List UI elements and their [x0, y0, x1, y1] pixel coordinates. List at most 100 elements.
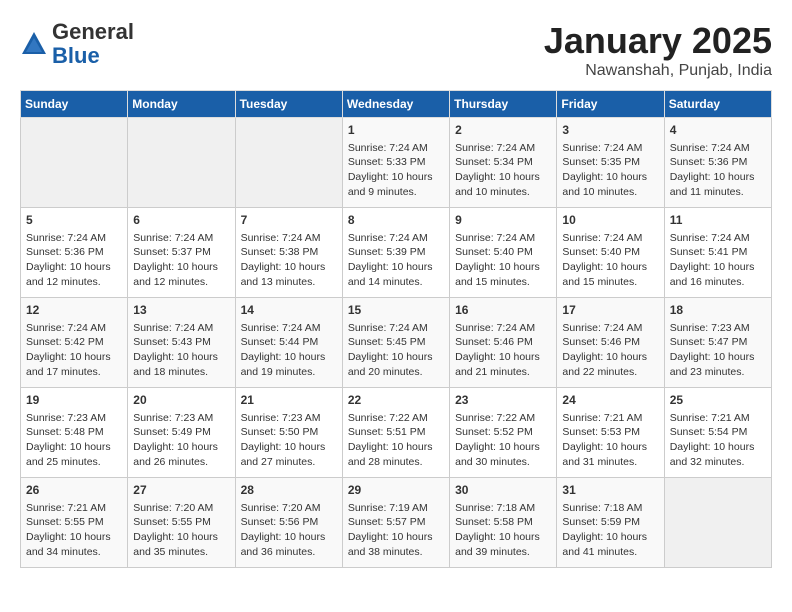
calendar-cell	[128, 118, 235, 208]
day-info: Sunset: 5:51 PM	[348, 425, 444, 440]
day-info: and 16 minutes.	[670, 275, 766, 290]
calendar-cell: 2 Sunrise: 7:24 AMSunset: 5:34 PMDaylight…	[450, 118, 557, 208]
calendar-cell: 1Sunrise: 7:24 AMSunset: 5:33 PMDaylight…	[342, 118, 449, 208]
day-info: Sunset: 5:52 PM	[455, 425, 551, 440]
day-info: Sunrise: 7:24 AM	[562, 321, 658, 336]
calendar-cell: 25Sunrise: 7:21 AMSunset: 5:54 PMDayligh…	[664, 388, 771, 478]
day-info: and 31 minutes.	[562, 455, 658, 470]
day-number: 20	[133, 392, 229, 409]
day-info: Sunrise: 7:24 AM	[348, 321, 444, 336]
day-number: 31	[562, 482, 658, 499]
day-info: Sunrise: 7:23 AM	[133, 411, 229, 426]
day-number: 2	[455, 122, 551, 139]
day-info: and 20 minutes.	[348, 365, 444, 380]
day-number: 3	[562, 122, 658, 139]
day-info: Sunrise: 7:23 AM	[26, 411, 122, 426]
day-info: Sunrise: 7:24 AM	[241, 321, 337, 336]
calendar-cell: 20Sunrise: 7:23 AMSunset: 5:49 PMDayligh…	[128, 388, 235, 478]
day-info: Sunrise: 7:21 AM	[562, 411, 658, 426]
day-number: 12	[26, 302, 122, 319]
day-info: Daylight: 10 hours	[133, 440, 229, 455]
day-info: Daylight: 10 hours	[455, 170, 551, 185]
calendar-table: SundayMondayTuesdayWednesdayThursdayFrid…	[20, 90, 772, 568]
day-info: and 35 minutes.	[133, 545, 229, 560]
day-number: 28	[241, 482, 337, 499]
header-day: Wednesday	[342, 91, 449, 118]
day-info: Sunrise: 7:24 AM	[455, 321, 551, 336]
calendar-week: 5Sunrise: 7:24 AMSunset: 5:36 PMDaylight…	[21, 208, 772, 298]
day-info: Daylight: 10 hours	[26, 350, 122, 365]
day-info: Daylight: 10 hours	[133, 260, 229, 275]
day-info: Sunrise: 7:24 AM	[562, 231, 658, 246]
day-info: Daylight: 10 hours	[26, 260, 122, 275]
day-info: and 25 minutes.	[26, 455, 122, 470]
day-number: 19	[26, 392, 122, 409]
day-info: and 12 minutes.	[26, 275, 122, 290]
day-info: Sunrise: 7:24 AM	[670, 141, 766, 156]
day-info: and 13 minutes.	[241, 275, 337, 290]
calendar-cell	[21, 118, 128, 208]
day-info: Sunset: 5:34 PM	[455, 155, 551, 170]
day-info: and 18 minutes.	[133, 365, 229, 380]
day-info: Sunrise: 7:23 AM	[670, 321, 766, 336]
day-info: Daylight: 10 hours	[241, 530, 337, 545]
day-info: and 38 minutes.	[348, 545, 444, 560]
day-number: 26	[26, 482, 122, 499]
calendar-cell: 13Sunrise: 7:24 AMSunset: 5:43 PMDayligh…	[128, 298, 235, 388]
calendar-cell: 16Sunrise: 7:24 AMSunset: 5:46 PMDayligh…	[450, 298, 557, 388]
day-info: Sunset: 5:40 PM	[455, 245, 551, 260]
day-info: and 39 minutes.	[455, 545, 551, 560]
day-info: and 19 minutes.	[241, 365, 337, 380]
day-number: 9	[455, 212, 551, 229]
header-day: Saturday	[664, 91, 771, 118]
day-info: and 30 minutes.	[455, 455, 551, 470]
day-info: Sunrise: 7:19 AM	[348, 501, 444, 516]
day-info: Sunset: 5:53 PM	[562, 425, 658, 440]
day-info: Sunrise: 7:24 AM	[26, 321, 122, 336]
calendar-subtitle: Nawanshah, Punjab, India	[544, 62, 772, 80]
day-info: Sunrise: 7:24 AM	[241, 231, 337, 246]
day-info: Daylight: 10 hours	[348, 530, 444, 545]
day-info: Sunrise: 7:24 AM	[670, 231, 766, 246]
day-info: and 41 minutes.	[562, 545, 658, 560]
day-info: Sunset: 5:36 PM	[670, 155, 766, 170]
day-number: 30	[455, 482, 551, 499]
day-info: Sunrise: 7:20 AM	[133, 501, 229, 516]
day-info: and 21 minutes.	[455, 365, 551, 380]
day-info: Sunrise: 7:24 AM	[348, 141, 444, 156]
day-info: and 15 minutes.	[455, 275, 551, 290]
calendar-cell: 22Sunrise: 7:22 AMSunset: 5:51 PMDayligh…	[342, 388, 449, 478]
day-info: Sunset: 5:43 PM	[133, 335, 229, 350]
day-info: Daylight: 10 hours	[455, 260, 551, 275]
calendar-cell: 15Sunrise: 7:24 AMSunset: 5:45 PMDayligh…	[342, 298, 449, 388]
day-number: 29	[348, 482, 444, 499]
day-number: 27	[133, 482, 229, 499]
day-info: Sunrise: 7:23 AM	[241, 411, 337, 426]
day-number: 22	[348, 392, 444, 409]
calendar-week: 1Sunrise: 7:24 AMSunset: 5:33 PMDaylight…	[21, 118, 772, 208]
calendar-cell: 5Sunrise: 7:24 AMSunset: 5:36 PMDaylight…	[21, 208, 128, 298]
day-info: Sunrise: 7:24 AM	[455, 141, 551, 156]
calendar-cell: 4Sunrise: 7:24 AMSunset: 5:36 PMDaylight…	[664, 118, 771, 208]
day-info: Daylight: 10 hours	[348, 260, 444, 275]
day-info: Sunset: 5:44 PM	[241, 335, 337, 350]
day-info: and 9 minutes.	[348, 185, 444, 200]
day-info: Sunrise: 7:24 AM	[133, 231, 229, 246]
day-info: Sunset: 5:47 PM	[670, 335, 766, 350]
day-info: Sunset: 5:59 PM	[562, 515, 658, 530]
header-day: Thursday	[450, 91, 557, 118]
day-info: Sunrise: 7:20 AM	[241, 501, 337, 516]
day-info: Sunset: 5:40 PM	[562, 245, 658, 260]
day-info: Sunset: 5:45 PM	[348, 335, 444, 350]
day-info: Sunrise: 7:18 AM	[455, 501, 551, 516]
header-row: SundayMondayTuesdayWednesdayThursdayFrid…	[21, 91, 772, 118]
day-info: Sunrise: 7:18 AM	[562, 501, 658, 516]
day-info: Daylight: 10 hours	[562, 440, 658, 455]
calendar-cell: 19Sunrise: 7:23 AMSunset: 5:48 PMDayligh…	[21, 388, 128, 478]
calendar-cell: 21Sunrise: 7:23 AMSunset: 5:50 PMDayligh…	[235, 388, 342, 478]
day-info: Sunrise: 7:24 AM	[455, 231, 551, 246]
calendar-cell: 28Sunrise: 7:20 AMSunset: 5:56 PMDayligh…	[235, 478, 342, 568]
day-number: 21	[241, 392, 337, 409]
logo: General Blue	[20, 20, 134, 68]
day-info: Sunset: 5:55 PM	[133, 515, 229, 530]
